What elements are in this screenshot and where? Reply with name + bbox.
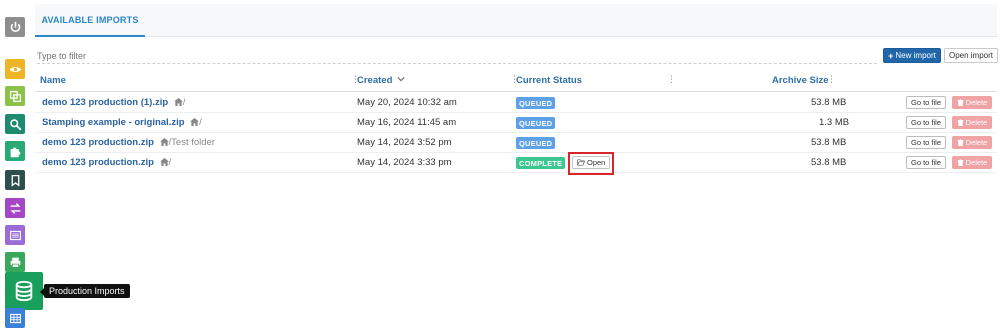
- go-to-file-button[interactable]: Go to file: [906, 156, 946, 169]
- bookmark-button[interactable]: [5, 170, 25, 190]
- column-header-size[interactable]: Archive Size: [772, 75, 829, 86]
- plus-icon: +: [888, 50, 894, 61]
- delete-button[interactable]: Delete: [952, 96, 992, 109]
- file-name-cell[interactable]: demo 123 production (1).zip /: [42, 97, 185, 108]
- trash-icon: [957, 159, 963, 166]
- status-badge: QUEUED: [516, 137, 556, 149]
- column-header-created-label: Created: [357, 75, 393, 86]
- status-badge: QUEUED: [516, 97, 556, 109]
- table-icon: [9, 313, 21, 323]
- file-path: /Test folder: [168, 137, 216, 148]
- main-panel: AVAILABLE IMPORTS + New import Open impo…: [35, 4, 998, 334]
- transfer-icon: [9, 202, 21, 214]
- table-row: demo 123 production (1).zip / May 20, 20…: [35, 93, 997, 113]
- trash-icon: [957, 99, 963, 106]
- delete-button[interactable]: Delete: [952, 116, 992, 129]
- plugin-button[interactable]: [5, 141, 25, 161]
- print-button[interactable]: [5, 252, 25, 272]
- delete-button[interactable]: Delete: [952, 156, 992, 169]
- eye-icon: [9, 66, 21, 72]
- created-cell: May 14, 2024 3:33 pm: [357, 157, 452, 168]
- search-icon: [9, 118, 21, 130]
- new-import-button[interactable]: + New import: [883, 48, 941, 63]
- file-name: demo 123 production (1).zip: [42, 97, 169, 108]
- database-icon: [15, 280, 33, 302]
- table-row: Stamping example - original.zip / May 16…: [35, 113, 997, 133]
- created-cell: May 20, 2024 10:32 am: [357, 97, 457, 108]
- file-name-cell[interactable]: Stamping example - original.zip /: [42, 117, 202, 128]
- tab-strip: AVAILABLE IMPORTS: [35, 4, 997, 37]
- sidebar: [0, 0, 43, 335]
- delete-label: Delete: [965, 138, 988, 147]
- column-resize-icon[interactable]: ⋮: [827, 74, 836, 85]
- created-cell: May 14, 2024 3:52 pm: [357, 137, 452, 148]
- list-button[interactable]: [5, 225, 25, 245]
- delete-label: Delete: [965, 158, 988, 167]
- go-to-file-button[interactable]: Go to file: [906, 136, 946, 149]
- status-badge: QUEUED: [516, 117, 556, 129]
- search-button[interactable]: [5, 114, 25, 134]
- new-import-label: New import: [895, 51, 936, 60]
- file-path: /: [182, 97, 186, 108]
- file-path: /: [199, 117, 202, 128]
- trash-icon: [957, 119, 963, 126]
- table-header: Name ⋮ Created ⋮ Current Status ⋮ Archiv…: [35, 70, 997, 92]
- filter-input[interactable]: [37, 48, 877, 64]
- view-button[interactable]: [5, 59, 25, 79]
- size-cell: 53.8 MB: [811, 157, 847, 168]
- copy-icon: [9, 90, 21, 102]
- transfer-button[interactable]: [5, 198, 25, 218]
- table-row: demo 123 production.zip / May 14, 2024 3…: [35, 153, 997, 173]
- delete-label: Delete: [965, 118, 988, 127]
- tab-available-imports[interactable]: AVAILABLE IMPORTS: [35, 4, 145, 37]
- file-name-cell[interactable]: demo 123 production.zip /: [42, 157, 171, 168]
- chevron-down-icon: [397, 76, 405, 82]
- go-to-file-button[interactable]: Go to file: [906, 116, 946, 129]
- home-icon: [159, 138, 169, 146]
- power-icon: [10, 21, 20, 32]
- highlight-box: [568, 152, 614, 175]
- column-resize-icon[interactable]: ⋮: [667, 74, 676, 85]
- app: Production Imports AVAILABLE IMPORTS + N…: [0, 0, 1000, 335]
- file-name-cell[interactable]: demo 123 production.zip /Test folder: [42, 137, 215, 148]
- size-cell: 1.3 MB: [819, 117, 850, 128]
- trash-icon: [957, 139, 963, 146]
- list-icon: [9, 230, 21, 240]
- home-icon: [159, 158, 169, 166]
- size-cell: 53.8 MB: [811, 137, 847, 148]
- created-cell: May 16, 2024 11:45 am: [357, 117, 457, 128]
- status-badge: COMPLETE: [516, 157, 566, 169]
- column-header-name[interactable]: Name: [40, 75, 66, 86]
- file-path: /: [168, 157, 172, 168]
- size-cell: 53.8 MB: [811, 97, 847, 108]
- file-name: Stamping example - original.zip: [42, 117, 185, 128]
- table-button[interactable]: [5, 308, 25, 328]
- bookmark-icon: [11, 174, 19, 187]
- column-header-status[interactable]: Current Status: [516, 75, 582, 86]
- table-row: demo 123 production.zip /Test folder May…: [35, 133, 997, 153]
- power-button[interactable]: [5, 17, 25, 37]
- open-import-button[interactable]: Open import: [944, 48, 998, 63]
- go-to-file-button[interactable]: Go to file: [906, 96, 946, 109]
- home-icon: [190, 118, 200, 126]
- home-icon: [173, 98, 183, 106]
- delete-label: Delete: [965, 98, 988, 107]
- delete-button[interactable]: Delete: [952, 136, 992, 149]
- file-name: demo 123 production.zip: [42, 157, 154, 168]
- copy-button[interactable]: [5, 86, 25, 106]
- puzzle-icon: [10, 146, 20, 157]
- file-name: demo 123 production.zip: [42, 137, 154, 148]
- column-header-created[interactable]: Created: [357, 75, 405, 86]
- print-icon: [10, 257, 20, 268]
